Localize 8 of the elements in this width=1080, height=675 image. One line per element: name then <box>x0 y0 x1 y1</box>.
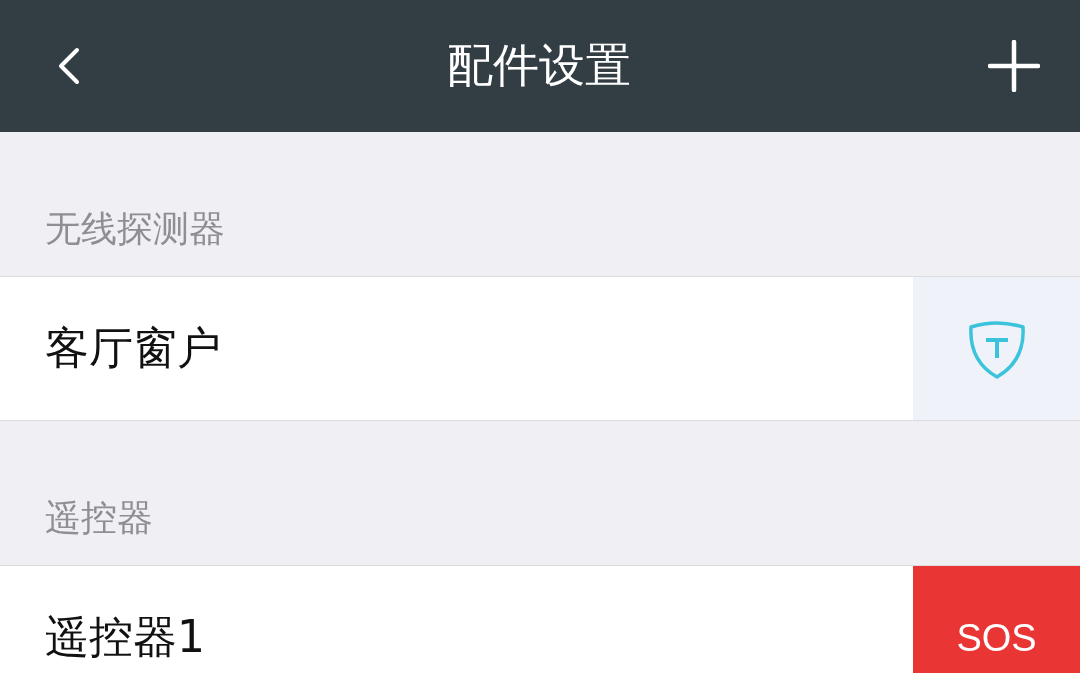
item-name: 客厅窗户 <box>44 321 222 375</box>
add-button[interactable] <box>988 40 1040 92</box>
screen-title: 配件设置 <box>447 37 631 94</box>
add-icon <box>988 40 1040 92</box>
sos-button[interactable]: SOS <box>913 566 1080 673</box>
item-name: 遥控器1 <box>44 610 206 664</box>
list-row[interactable]: 遥控器1 SOS <box>0 566 1080 675</box>
list-row[interactable]: 客厅窗户 <box>0 277 1080 421</box>
